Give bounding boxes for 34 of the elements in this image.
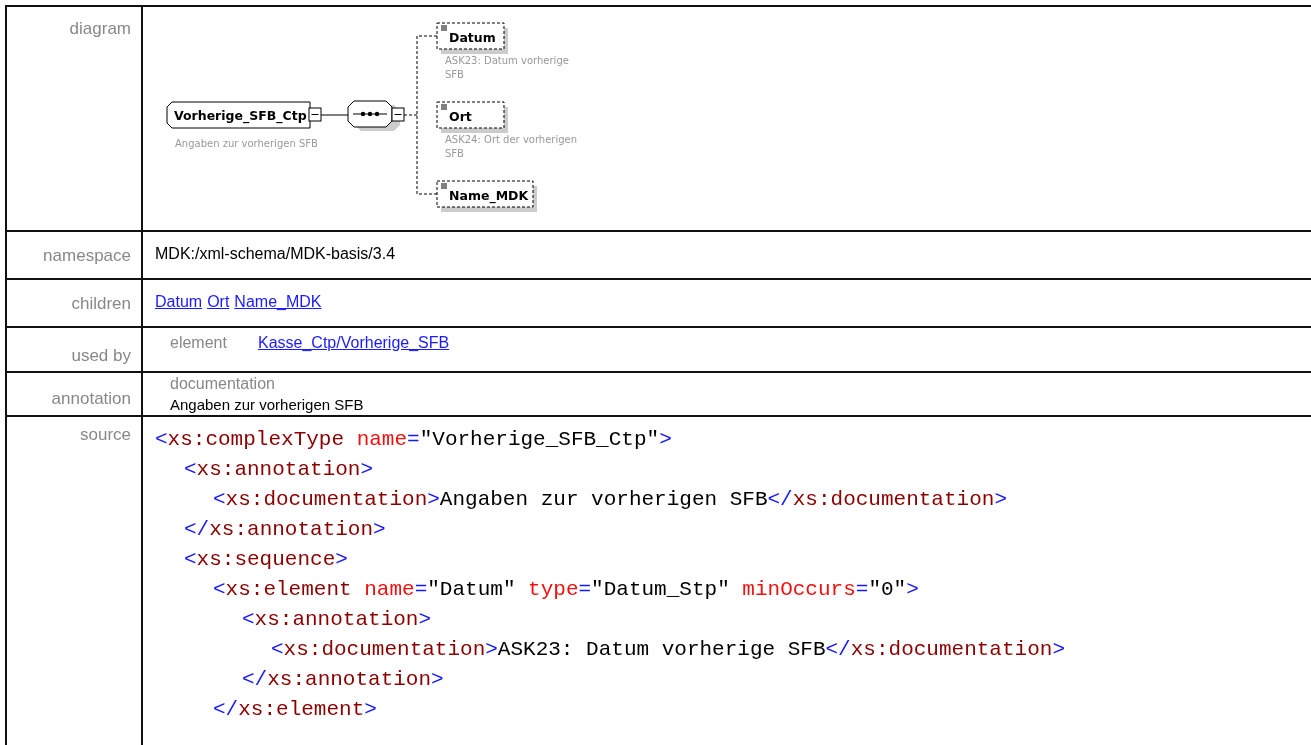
connector-line: [320, 114, 349, 116]
row-label: annotation: [51, 389, 131, 408]
code-line: <xs:element name="Datum" type="Datum_Stp" minOccurs="0">: [213, 577, 920, 603]
child-link[interactable]: Ort: [207, 293, 230, 311]
annotation-heading: documentation: [170, 375, 276, 393]
collapse-icon: [308, 107, 322, 122]
code-line: </xs:annotation>: [184, 517, 387, 543]
code-line: </xs:element>: [213, 697, 378, 723]
node-description: Angaben zur vorherigen SFB: [175, 138, 318, 149]
row-label: namespace: [43, 246, 131, 265]
code-line: <xs:complexType name="Vorherige_SFB_Ctp">: [155, 427, 673, 453]
code-line: </xs:annotation>: [242, 667, 445, 693]
namespace-value: MDK:/xml-schema/MDK-basis/3.4: [155, 245, 396, 263]
usage-type: element: [170, 334, 228, 352]
row-label: children: [71, 294, 131, 313]
node-description: SFB: [445, 148, 464, 159]
row-label: used by: [71, 346, 131, 365]
usage-link[interactable]: Kasse_Ctp/Vorherige_SFB: [258, 334, 450, 351]
code-line: <xs:documentation>ASK23: Datum vorherige SFB</xs:documentation>: [271, 637, 1066, 663]
code-line: <xs:documentation>Angaben zur vorherigen SFB</xs:documentation>: [213, 487, 1008, 513]
code-line: <xs:annotation>: [184, 457, 375, 483]
child-link[interactable]: Datum: [155, 293, 203, 311]
node-description: SFB: [445, 69, 464, 80]
row-label: diagram: [69, 19, 131, 38]
annotation-text: Angaben zur vorherigen SFB: [170, 396, 365, 413]
code-line: <xs:sequence>: [184, 547, 349, 573]
sequence-node: [347, 100, 400, 131]
collapse-icon: [391, 107, 405, 122]
node-description: ASK23: Datum vorherige: [445, 55, 569, 66]
code-line: <xs:annotation>: [242, 607, 433, 633]
node-description: ASK24: Ort der vorherigen: [445, 134, 578, 145]
element-node: Vorherige_SFB_Ctp: [166, 101, 311, 129]
child-link[interactable]: Name_MDK: [234, 293, 322, 311]
row-label: source: [79, 425, 131, 444]
